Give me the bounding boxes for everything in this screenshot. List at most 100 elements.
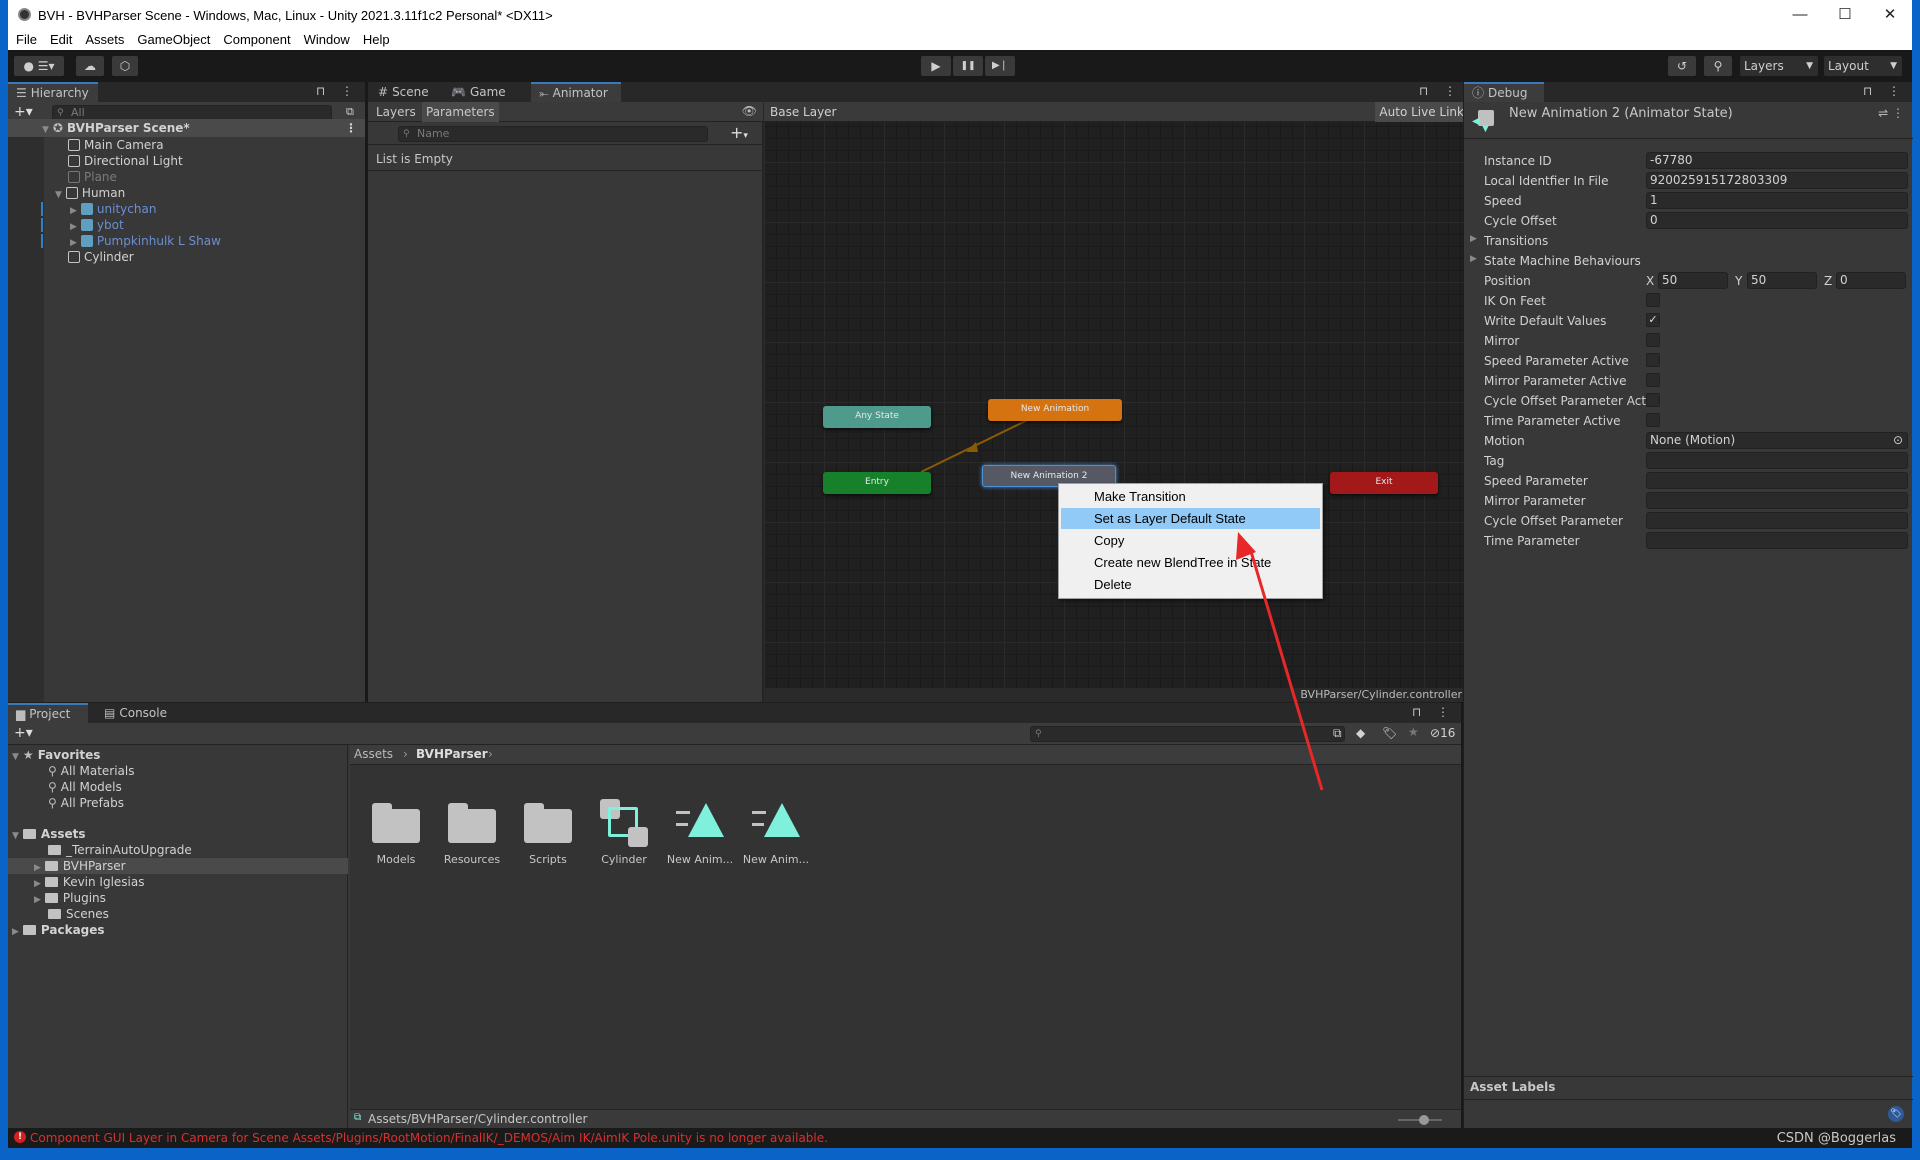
menu-item-delete[interactable]: Delete (1061, 574, 1320, 595)
menu-gameobject[interactable]: GameObject (129, 30, 215, 47)
field-checkbox[interactable] (1646, 393, 1660, 407)
tab-animator[interactable]: ⤜ Animator (531, 82, 621, 102)
transition-line[interactable] (920, 411, 1045, 473)
field-input[interactable]: 0 (1646, 212, 1908, 229)
expand-arrow-icon[interactable]: ▶ (70, 206, 77, 216)
play-button[interactable]: ▶ (921, 56, 951, 76)
field-checkbox[interactable] (1646, 353, 1660, 367)
cloud-button[interactable]: ☁ (76, 56, 104, 76)
field-input[interactable]: 1 (1646, 192, 1908, 209)
field-input[interactable] (1646, 452, 1908, 469)
hierarchy-item[interactable]: Plane (68, 169, 117, 185)
tab-hierarchy[interactable]: ☰ Hierarchy (8, 82, 98, 102)
tab-parameters[interactable]: Parameters (422, 102, 499, 122)
create-button[interactable]: +▾ (14, 104, 33, 120)
motion-object-field[interactable]: None (Motion) ⊙ (1646, 432, 1908, 449)
favorite-star-icon[interactable]: ★ (1408, 725, 1419, 739)
minimize-button[interactable]: — (1778, 4, 1822, 26)
favorite-item[interactable]: ⚲ All Materials (48, 763, 135, 779)
field-input[interactable]: -67780 (1646, 152, 1908, 169)
position-z-input[interactable]: 0 (1836, 272, 1906, 289)
object-picker-icon[interactable]: ⊙ (1893, 433, 1903, 448)
position-y-input[interactable]: 50 (1747, 272, 1817, 289)
tab-game[interactable]: 🎮 Game (443, 82, 514, 102)
layers-dropdown[interactable]: Layers ▼ (1740, 56, 1818, 76)
field-checkbox[interactable] (1646, 293, 1660, 307)
tab-debug[interactable]: ⓘ Debug (1464, 82, 1544, 102)
breadcrumb-assets[interactable]: Assets (354, 747, 393, 761)
hierarchy-item[interactable]: ▶ Pumpkinhulk L Shaw (70, 233, 221, 249)
expand-arrow-icon[interactable]: ▶ (12, 927, 19, 937)
animator-graph[interactable]: Base Layer Auto Live Link Any State New … (764, 102, 1468, 702)
asset-folder-item[interactable]: ▶ Kevin Iglesias (34, 874, 145, 890)
asset-item-models[interactable] (372, 803, 420, 843)
menu-assets[interactable]: Assets (77, 30, 129, 47)
hierarchy-item[interactable]: ▶ ybot (70, 217, 124, 233)
hidden-packages-toggle[interactable]: ⊘16 (1430, 726, 1455, 740)
field-input[interactable] (1646, 472, 1908, 489)
hierarchy-item[interactable]: Main Camera (68, 137, 164, 153)
asset-folder-item[interactable]: Scenes (48, 906, 109, 922)
asset-item-scripts[interactable] (524, 803, 572, 843)
menu-window[interactable]: Window (296, 30, 355, 47)
hierarchy-item[interactable]: Cylinder (68, 249, 134, 265)
favorite-item[interactable]: ⚲ All Prefabs (48, 795, 124, 811)
pause-button[interactable]: ❚❚ (953, 56, 983, 76)
close-button[interactable]: ✕ (1868, 4, 1912, 26)
state-node-entry[interactable]: Entry (823, 472, 931, 494)
field-label[interactable]: State Machine Behaviours (1484, 252, 1664, 270)
project-search-input[interactable]: ⚲ (1030, 726, 1345, 742)
zoom-slider-thumb[interactable] (1419, 1115, 1430, 1125)
expand-arrow-icon[interactable]: ▼ (55, 190, 62, 200)
menu-edit[interactable]: Edit (42, 30, 77, 47)
menu-item-set-default-state[interactable]: Set as Layer Default State (1061, 508, 1320, 529)
field-input[interactable]: 9200259151728033​09 (1646, 172, 1908, 189)
expand-arrow-icon[interactable]: ▶ (34, 863, 41, 873)
state-node-exit[interactable]: Exit (1330, 472, 1438, 494)
menu-item-copy[interactable]: Copy (1061, 530, 1320, 551)
field-input[interactable] (1646, 492, 1908, 509)
maximize-button[interactable]: ☐ (1823, 4, 1867, 26)
asset-item-cylinder-controller[interactable] (600, 799, 648, 847)
search-scope-icon[interactable]: ⧉ (346, 105, 354, 119)
favorites-heading[interactable]: ▼ ★ Favorites (12, 747, 100, 763)
expand-arrow-icon[interactable]: ▶ (34, 879, 41, 889)
menu-component[interactable]: Component (215, 30, 295, 47)
favorite-item[interactable]: ⚲ All Models (48, 779, 122, 795)
state-node-any-state[interactable]: Any State (823, 406, 931, 428)
breadcrumb-bvhparser[interactable]: BVHParser (416, 747, 488, 761)
asset-folder-item[interactable]: _TerrainAutoUpgrade (48, 842, 192, 858)
account-dropdown[interactable]: ● ☰▾ (14, 56, 64, 76)
eye-icon[interactable]: 👁 (742, 104, 757, 118)
inspector-settings-icon[interactable]: ⇌ ⋮ (1878, 106, 1904, 120)
menu-file[interactable]: File (8, 30, 42, 47)
filter-by-label-icon[interactable]: 🏷 (1382, 726, 1397, 740)
tab-layers[interactable]: Layers (372, 102, 420, 122)
status-error-message[interactable]: Component GUI Layer in Camera for Scene … (30, 1131, 828, 1145)
undo-history-button[interactable]: ↺ (1668, 56, 1696, 76)
asset-folder-item[interactable]: ▶ BVHParser (34, 858, 126, 874)
field-checkbox[interactable] (1646, 333, 1660, 347)
collab-button[interactable]: ⬡ (112, 56, 138, 76)
hierarchy-item[interactable]: Directional Light (68, 153, 183, 169)
asset-folder-item[interactable]: ▶ Plugins (34, 890, 106, 906)
search-button[interactable]: ⚲ (1704, 56, 1732, 76)
field-checkbox[interactable]: ✓ (1646, 313, 1660, 327)
expand-arrow-icon[interactable]: ▶ (34, 895, 41, 905)
expand-arrow-icon[interactable]: ▶ (70, 238, 77, 248)
search-scope-icon[interactable]: ⧉ (1333, 726, 1342, 741)
panel-menu[interactable]: ⊓ ⋮ (1419, 84, 1462, 98)
scene-row[interactable]: ▼ ✪ BVHParser Scene* ⋮ (8, 119, 365, 137)
tab-project[interactable]: ▆ Project (8, 703, 88, 723)
field-label[interactable]: Transitions (1484, 232, 1664, 250)
field-checkbox[interactable] (1646, 373, 1660, 387)
expand-arrow-icon[interactable]: ▶ (70, 222, 77, 232)
step-button[interactable]: ▶❘ (985, 56, 1015, 76)
position-x-input[interactable]: 50 (1658, 272, 1728, 289)
expand-arrow-icon[interactable]: ▼ (12, 752, 19, 762)
expand-arrow-icon[interactable]: ▼ (12, 831, 19, 841)
field-checkbox[interactable] (1646, 413, 1660, 427)
menu-item-make-transition[interactable]: Make Transition (1061, 486, 1320, 507)
field-input[interactable] (1646, 512, 1908, 529)
foldout-arrow-icon[interactable]: ▶ (1470, 254, 1477, 264)
